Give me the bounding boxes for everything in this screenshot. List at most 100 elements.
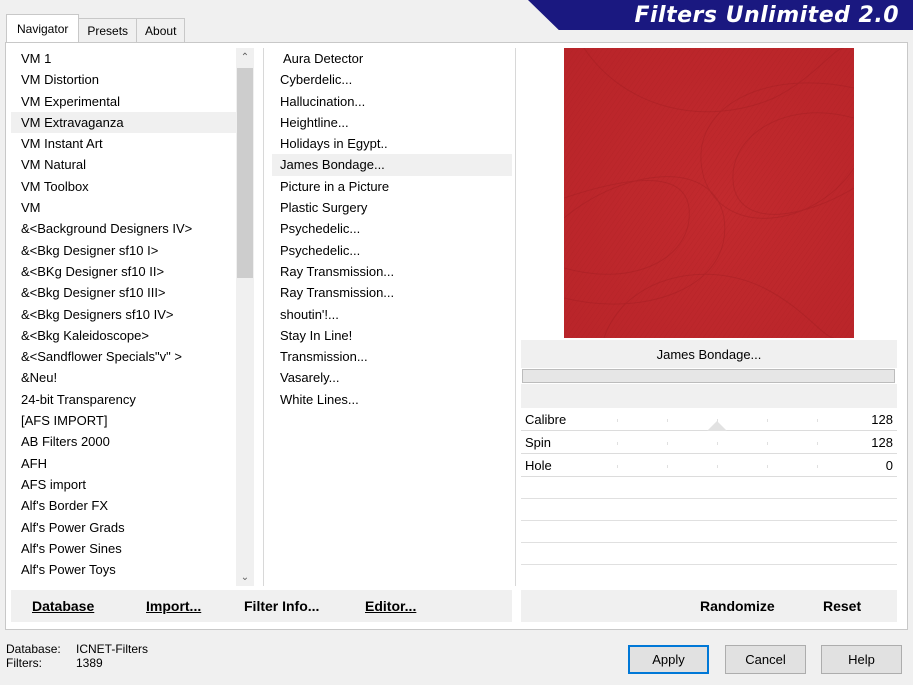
slider-tick xyxy=(667,442,668,445)
apply-button[interactable]: Apply xyxy=(628,645,709,674)
category-item[interactable]: &<Sandflower Specials"v" > xyxy=(11,346,236,367)
param-label: Hole xyxy=(525,458,552,473)
filter-item[interactable]: Psychedelic... xyxy=(272,240,512,261)
param-slider[interactable] xyxy=(617,465,818,468)
import-button[interactable]: Import... xyxy=(146,598,201,614)
slider-tick xyxy=(817,419,818,422)
category-item[interactable]: &<Bkg Designer sf10 III> xyxy=(11,282,236,303)
tab-bar: Navigator Presets About xyxy=(6,14,186,42)
selected-filter-name: James Bondage... xyxy=(521,340,897,368)
tab-navigator[interactable]: Navigator xyxy=(6,14,80,42)
category-item[interactable]: AFH xyxy=(11,453,236,474)
param-value: 0 xyxy=(885,458,893,473)
filter-info-button[interactable]: Filter Info... xyxy=(244,598,319,614)
slider-tick xyxy=(617,442,618,445)
param-label: Spin xyxy=(525,435,552,450)
category-item[interactable]: [AFS IMPORT] xyxy=(11,410,236,431)
progress-bar xyxy=(522,369,895,383)
filter-item[interactable]: Ray Transmission... xyxy=(272,261,512,282)
cancel-button[interactable]: Cancel xyxy=(725,645,806,674)
category-item[interactable]: Alf's Power Sines xyxy=(11,538,236,559)
preview-image xyxy=(564,48,854,338)
filter-item[interactable]: shoutin'!... xyxy=(272,304,512,325)
param-label: Calibre xyxy=(525,412,567,427)
filter-item[interactable]: Aura Detector xyxy=(272,48,512,69)
chevron-down-icon[interactable]: ⌄ xyxy=(236,568,254,586)
filter-item[interactable]: Psychedelic... xyxy=(272,218,512,239)
slider-tick xyxy=(717,465,718,468)
param-row-hole[interactable]: Hole 0 xyxy=(521,455,897,477)
reset-button[interactable]: Reset xyxy=(823,598,861,614)
category-item[interactable]: VM Toolbox xyxy=(11,176,236,197)
preview-toolbar: Randomize Reset xyxy=(521,590,897,622)
tab-about[interactable]: About xyxy=(136,18,186,42)
category-item[interactable]: VM Instant Art xyxy=(11,133,236,154)
filter-item[interactable]: Ray Transmission... xyxy=(272,282,512,303)
filters-count: 1389 xyxy=(76,656,103,670)
randomize-button[interactable]: Randomize xyxy=(700,598,775,614)
category-item[interactable]: &<BKg Designer sf10 II> xyxy=(11,261,236,282)
editor-button[interactable]: Editor... xyxy=(365,598,416,614)
filter-item[interactable]: Holidays in Egypt.. xyxy=(272,133,512,154)
category-scrollbar[interactable]: ⌃ ⌄ xyxy=(236,48,254,586)
slider-tick xyxy=(617,419,618,422)
database-button[interactable]: Database xyxy=(32,598,94,614)
category-item[interactable]: VM Distortion xyxy=(11,69,236,90)
category-item[interactable]: VM xyxy=(11,197,236,218)
category-list[interactable]: VM 1 VM Distortion VM Experimental VM Extra… xyxy=(11,48,236,586)
chevron-up-icon[interactable]: ⌃ xyxy=(236,48,254,66)
filter-list[interactable]: Aura Detector Cyberdelic... Hallucination.… xyxy=(272,48,512,586)
filter-item[interactable]: James Bondage... xyxy=(272,154,512,176)
database-value: ICNET-Filters xyxy=(76,642,148,656)
filter-item[interactable]: Transmission... xyxy=(272,346,512,367)
slider-tick xyxy=(717,442,718,445)
filter-item[interactable]: Hallucination... xyxy=(272,91,512,112)
category-item[interactable]: AFS import xyxy=(11,474,236,495)
param-value: 128 xyxy=(871,435,893,450)
category-item[interactable]: &Neu! xyxy=(11,367,236,388)
filters-label: Filters: xyxy=(6,656,42,670)
slider-thumb[interactable] xyxy=(707,421,727,431)
param-slider[interactable] xyxy=(617,419,818,431)
filter-item[interactable]: Heightline... xyxy=(272,112,512,133)
filter-item[interactable]: Plastic Surgery xyxy=(272,197,512,218)
slider-tick xyxy=(817,465,818,468)
filter-item[interactable]: Vasarely... xyxy=(272,367,512,388)
navigator-toolbar: Database Import... Filter Info... Editor… xyxy=(11,590,512,622)
status-info: Database: ICNET-Filters Filters: 1389 xyxy=(6,642,148,670)
slider-tick xyxy=(667,419,668,422)
divider xyxy=(263,48,264,586)
category-item[interactable]: 24-bit Transparency xyxy=(11,389,236,410)
database-label: Database: xyxy=(6,642,61,656)
param-value: 128 xyxy=(871,412,893,427)
help-button[interactable]: Help xyxy=(821,645,902,674)
divider xyxy=(515,48,516,586)
filter-item[interactable]: Cyberdelic... xyxy=(272,69,512,90)
category-item[interactable]: Alf's Power Grads xyxy=(11,517,236,538)
param-row-spin[interactable]: Spin 128 xyxy=(521,432,897,454)
category-item[interactable]: VM Extravaganza xyxy=(11,111,236,134)
category-item[interactable]: Alf's Border FX xyxy=(11,495,236,516)
category-item[interactable]: Alf's Power Toys xyxy=(11,559,236,580)
slider-tick xyxy=(817,442,818,445)
slider-tick xyxy=(667,465,668,468)
category-item[interactable]: VM Experimental xyxy=(11,91,236,112)
divider xyxy=(521,498,897,499)
filter-item[interactable]: White Lines... xyxy=(272,389,512,410)
divider xyxy=(521,564,897,565)
category-item[interactable]: AB Filters 2000 xyxy=(11,431,236,452)
category-item[interactable]: &<Background Designers IV> xyxy=(11,218,236,239)
scroll-thumb[interactable] xyxy=(237,68,253,278)
param-row-calibre[interactable]: Calibre 128 xyxy=(521,409,897,431)
tab-presets[interactable]: Presets xyxy=(78,18,138,42)
category-item[interactable]: VM 1 xyxy=(11,48,236,69)
filter-item[interactable]: Picture in a Picture xyxy=(272,176,512,197)
category-item[interactable]: &<Bkg Designer sf10 I> xyxy=(11,240,236,261)
param-header xyxy=(521,384,897,408)
category-item[interactable]: VM Natural xyxy=(11,154,236,175)
preview-swirl xyxy=(564,48,854,338)
param-slider[interactable] xyxy=(617,442,818,445)
filter-item[interactable]: Stay In Line! xyxy=(272,325,512,346)
category-item[interactable]: &<Bkg Kaleidoscope> xyxy=(11,325,236,346)
category-item[interactable]: &<Bkg Designers sf10 IV> xyxy=(11,304,236,325)
